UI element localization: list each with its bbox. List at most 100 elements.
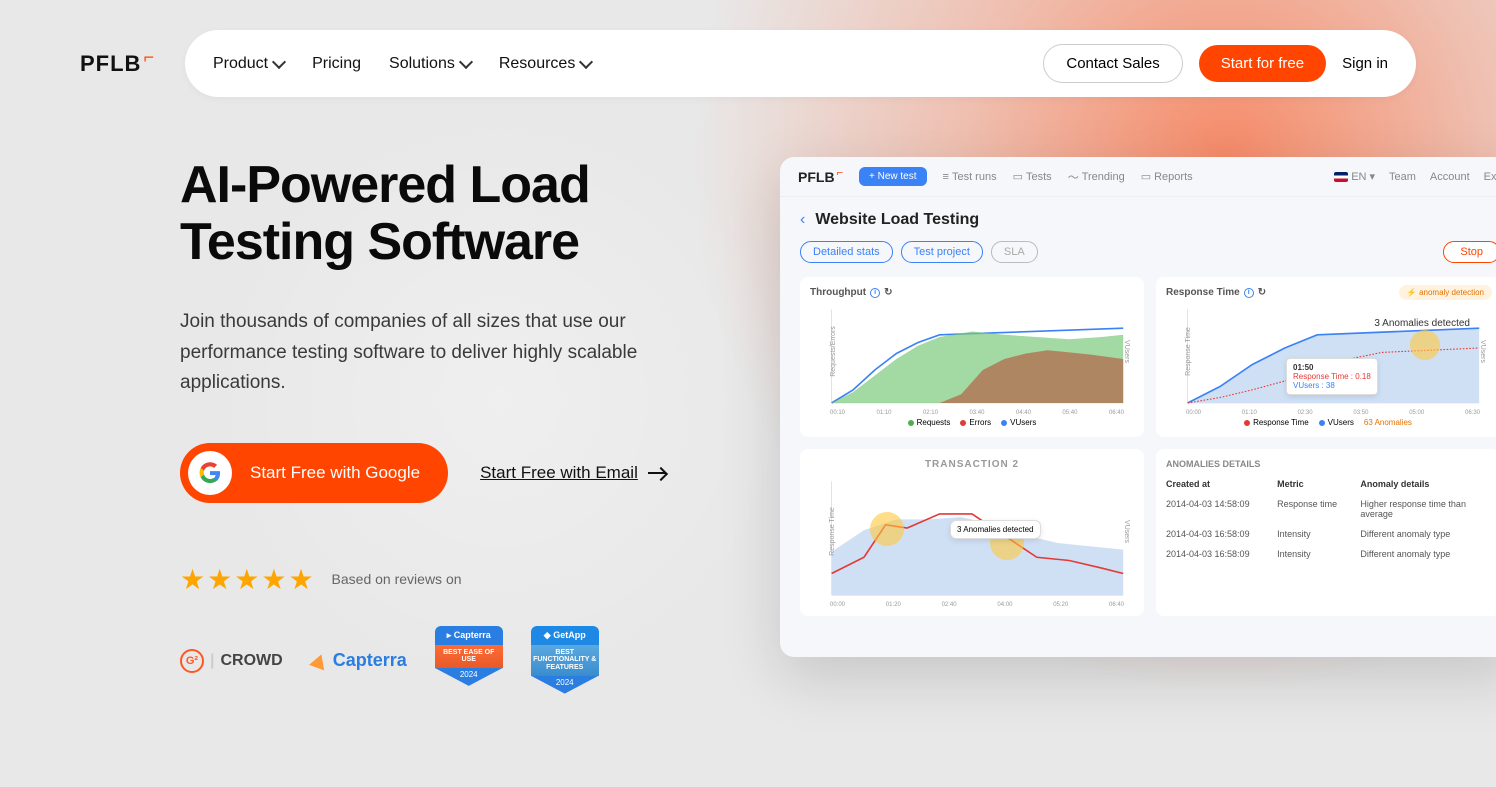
app-nav-trending[interactable]: 〜 Trending — [1068, 169, 1125, 185]
stop-button[interactable]: Stop — [1443, 241, 1496, 263]
nav-label: Resources — [499, 55, 575, 73]
anomaly-bubble-icon — [870, 512, 904, 546]
cell: 2014-04-03 14:58:09 — [1166, 499, 1277, 519]
cell: 2014-04-03 16:58:09 — [1166, 529, 1277, 539]
info-icon[interactable]: i — [1244, 288, 1254, 298]
y-axis-label: Requests/Errors — [830, 326, 837, 377]
tab-test-project[interactable]: Test project — [901, 241, 983, 263]
badges-row: G² | CROWD Capterra ▸ Capterra BEST EASE… — [180, 626, 740, 696]
shield-mid: BEST FUNCTIONALITY & FEATURES — [531, 645, 599, 676]
legend-label: Response Time — [1253, 418, 1309, 427]
th: Anomaly details — [1360, 479, 1490, 489]
new-test-button[interactable]: + New test — [859, 167, 927, 186]
start-free-button[interactable]: Start for free — [1199, 45, 1326, 82]
flag-icon — [1334, 172, 1348, 182]
breadcrumb: ‹ Website Load Testing — [800, 211, 1496, 229]
y-axis-right-label: VUsers — [1123, 520, 1130, 543]
nav-label: Trending — [1082, 171, 1125, 183]
tab-detailed-stats[interactable]: Detailed stats — [800, 241, 893, 263]
signin-link[interactable]: Sign in — [1342, 55, 1388, 72]
anomaly-badge: ⚡ anomaly detection — [1399, 285, 1492, 300]
x-ticks: 00:0001:2002:4004:0005:2006:40 — [830, 602, 1124, 608]
cell: 2014-04-03 16:58:09 — [1166, 549, 1277, 559]
star-icon: ★ — [180, 563, 205, 596]
google-button-label: Start Free with Google — [250, 463, 420, 483]
nav-label: Tests — [1026, 171, 1052, 183]
start-google-button[interactable]: Start Free with Google — [180, 443, 448, 503]
chevron-down-icon — [272, 55, 286, 69]
cell: Intensity — [1277, 529, 1360, 539]
nav-pricing[interactable]: Pricing — [312, 55, 361, 73]
tabs-row: Detailed stats Test project SLA Stop — [800, 241, 1496, 263]
capterra-icon — [309, 651, 329, 670]
lang-selector[interactable]: EN ▾ — [1334, 170, 1375, 183]
app-nav-testruns[interactable]: ≡ Test runs — [943, 171, 997, 183]
tooltip-time: 01:50 — [1293, 363, 1371, 372]
chart-tooltip: 01:50 Response Time : 0.18 VUsers : 38 — [1286, 358, 1378, 395]
nav-label: Solutions — [389, 55, 455, 73]
hero-left: AI-Powered Load Testing Software Join th… — [180, 157, 740, 696]
chart-title-text: Throughput — [810, 287, 866, 298]
transaction-chart: TRANSACTION 2 Response Time VUsers — [800, 449, 1144, 616]
account-link[interactable]: Account — [1430, 171, 1470, 183]
table-title: ANOMALIES DETAILS — [1166, 459, 1490, 469]
start-email-link[interactable]: Start Free with Email — [480, 463, 666, 483]
hero-right: PFLB⌐ + New test ≡ Test runs ▭ Tests 〜 T… — [780, 157, 1496, 696]
chart-area: Response Time VUsers 3 Anomalies detecte… — [810, 476, 1134, 606]
cell: Higher response time than average — [1360, 499, 1490, 519]
anomaly-footer: 63 Anomalies — [1364, 418, 1412, 427]
throughput-chart: Throughput i ↻ Requests/Errors VUsers — [800, 277, 1144, 437]
cell: Different anomaly type — [1360, 549, 1490, 559]
team-link[interactable]: Team — [1389, 171, 1416, 183]
bottom-row: TRANSACTION 2 Response Time VUsers — [800, 449, 1496, 616]
shield-top: ▸ Capterra — [435, 626, 503, 645]
chevron-down-icon — [579, 55, 593, 69]
back-icon[interactable]: ‹ — [800, 211, 805, 229]
legend-dot-icon — [908, 420, 914, 426]
capterra-label: Capterra — [333, 650, 407, 671]
chart-svg — [810, 304, 1134, 414]
y-axis-right-label: VUsers — [1123, 340, 1130, 363]
app-nav-tests[interactable]: ▭ Tests — [1013, 170, 1052, 183]
charts-grid: Throughput i ↻ Requests/Errors VUsers — [800, 277, 1496, 437]
arrow-right-icon — [648, 472, 666, 474]
nav-product[interactable]: Product — [213, 55, 284, 73]
exit-link[interactable]: Exit — [1484, 171, 1496, 183]
hero-section: AI-Powered Load Testing Software Join th… — [0, 97, 1496, 696]
legend-label: VUsers — [1328, 418, 1354, 427]
reviews-text: Based on reviews on — [332, 571, 462, 587]
chevron-down-icon — [459, 55, 473, 69]
tooltip-line: Response Time : 0.18 — [1293, 372, 1371, 381]
shield-top: ◆ GetApp — [531, 626, 599, 645]
star-icon: ★ — [261, 563, 286, 596]
chart-area: Requests/Errors VUsers 00:1001:1002:1003 — [810, 304, 1134, 414]
g2-badge: G² | CROWD — [180, 639, 283, 683]
tooltip-line: VUsers : 38 — [1293, 381, 1371, 390]
nav-solutions[interactable]: Solutions — [389, 55, 471, 73]
info-icon[interactable]: i — [870, 288, 880, 298]
x-ticks: 00:0001:1002:3003:5005:0006:30 — [1186, 410, 1480, 416]
tab-sla[interactable]: SLA — [991, 241, 1038, 263]
nav-label: Test runs — [952, 171, 997, 183]
star-icon: ★ — [207, 563, 232, 596]
table-row: 2014-04-03 14:58:09 Response time Higher… — [1166, 499, 1490, 519]
brand-text: PFLB — [80, 51, 141, 77]
app-header: PFLB⌐ + New test ≡ Test runs ▭ Tests 〜 T… — [780, 157, 1496, 197]
capterra-shield-badge: ▸ Capterra BEST EASE OF USE 2024 — [435, 626, 503, 696]
logo-mark-icon: ⌐ — [837, 167, 843, 179]
nav-resources[interactable]: Resources — [499, 55, 591, 73]
app-body: ‹ Website Load Testing Detailed stats Te… — [780, 197, 1496, 630]
site-header: PFLB ⌐ Product Pricing Solutions Resourc… — [0, 0, 1496, 97]
nav-label: Pricing — [312, 55, 361, 73]
cell: Different anomaly type — [1360, 529, 1490, 539]
brand-logo[interactable]: PFLB ⌐ — [80, 51, 155, 77]
nav-container: Product Pricing Solutions Resources Cont… — [185, 30, 1416, 97]
legend-label: Errors — [969, 418, 991, 427]
star-icon: ★ — [234, 563, 259, 596]
contact-sales-button[interactable]: Contact Sales — [1043, 44, 1182, 83]
legend-dot-icon — [1244, 420, 1250, 426]
app-nav-reports[interactable]: ▭ Reports — [1141, 170, 1193, 183]
hero-title: AI-Powered Load Testing Software — [180, 157, 740, 271]
anomaly-count-label: 3 Anomalies detected — [1374, 318, 1470, 329]
app-logo-text: PFLB — [798, 169, 835, 185]
